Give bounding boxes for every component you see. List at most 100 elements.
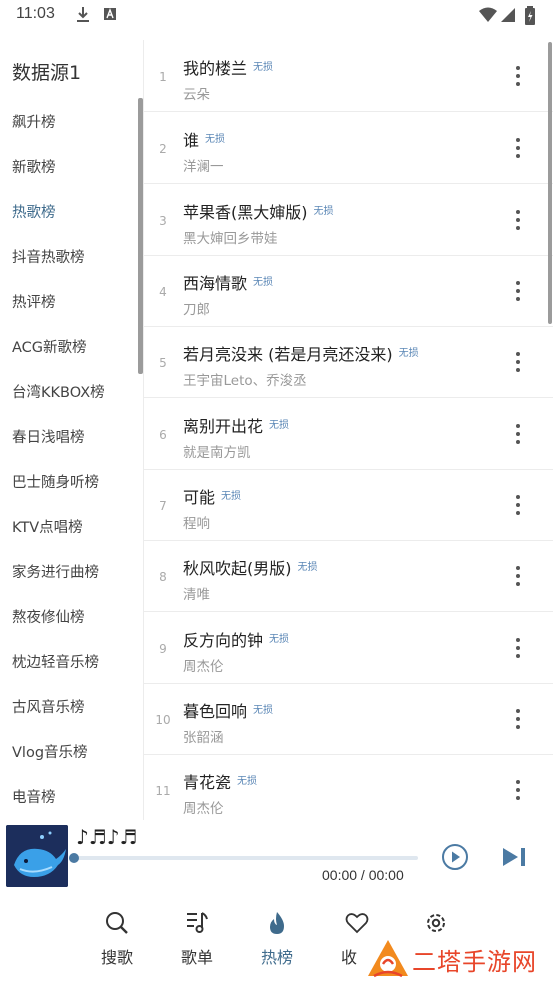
song-rank: 1 (159, 70, 167, 84)
playback-time: 00:00 / 00:00 (322, 867, 404, 883)
sidebar-item-spring[interactable]: 春日浅唱榜 (12, 426, 85, 447)
lossless-badge: 无损 (297, 562, 318, 573)
song-title: 西海情歌 (183, 274, 248, 293)
lossless-badge: 无损 (269, 420, 290, 431)
lossless-badge: 无损 (253, 277, 274, 288)
song-artist: 刀郎 (183, 302, 210, 318)
song-row[interactable]: 7 可能 无损 程响 (144, 469, 553, 541)
flame-icon (270, 912, 284, 934)
lossless-badge: 无损 (221, 491, 242, 502)
more-options-icon[interactable] (507, 64, 529, 88)
song-title: 若月亮没来 (若是月亮还没来) (183, 345, 393, 364)
song-rank: 11 (155, 784, 171, 798)
song-artist: 张韶涵 (183, 730, 224, 746)
nav-label: 歌单 (180, 948, 213, 967)
lossless-badge: 无损 (205, 134, 226, 145)
song-title: 我的楼兰 (183, 59, 248, 78)
song-title: 暮色回响 (183, 702, 248, 721)
song-artist: 洋澜一 (183, 159, 224, 175)
sidebar-item-hot-songs[interactable]: 热歌榜 (12, 201, 56, 222)
sidebar-item-bus[interactable]: 巴士随身听榜 (12, 471, 99, 492)
battery-icon (525, 6, 535, 25)
sidebar-item-kkbox[interactable]: 台湾KKBOX榜 (12, 381, 105, 402)
more-options-icon[interactable] (507, 564, 529, 588)
song-row[interactable]: 4 西海情歌 无损 刀郎 (144, 255, 553, 327)
more-options-icon[interactable] (507, 493, 529, 517)
album-cover[interactable] (6, 825, 68, 887)
more-options-icon[interactable] (507, 422, 529, 446)
sidebar-item-vlog[interactable]: Vlog音乐榜 (12, 741, 88, 762)
heart-icon (345, 913, 369, 934)
more-options-icon[interactable] (507, 778, 529, 802)
status-bar: 11:03 (0, 0, 553, 32)
next-track-icon[interactable] (500, 846, 528, 868)
song-title: 秋风吹起(男版) (183, 559, 292, 578)
song-artist: 云朵 (183, 87, 210, 103)
song-rank: 10 (155, 713, 171, 727)
sidebar-item-soaring[interactable]: 飙升榜 (12, 111, 56, 132)
sidebar-item-acg[interactable]: ACG新歌榜 (12, 336, 87, 357)
more-options-icon[interactable] (507, 707, 529, 731)
song-list: 1 我的楼兰 无损 云朵 2 谁无损 洋澜一 3 苹果香(黑大婶版) 无损 黑大婶回… (144, 40, 553, 820)
song-title: 离别开出花 (183, 417, 264, 436)
song-artist: 周杰伦 (183, 659, 224, 675)
sidebar-item-late-night[interactable]: 熬夜修仙榜 (12, 606, 85, 627)
more-options-icon[interactable] (507, 136, 529, 160)
sidebar-item-light-music[interactable]: 枕边轻音乐榜 (12, 651, 99, 672)
song-rank: 3 (159, 214, 167, 228)
sidebar-item-hot-comments[interactable]: 热评榜 (12, 291, 56, 312)
nav-settings[interactable] (406, 910, 466, 936)
song-row[interactable]: 2 谁无损 洋澜一 (144, 112, 553, 184)
song-title: 反方向的钟 (183, 631, 264, 650)
song-rank: 5 (159, 356, 167, 370)
more-options-icon[interactable] (507, 279, 529, 303)
sidebar-item-new-songs[interactable]: 新歌榜 (12, 156, 56, 177)
download-icon (77, 7, 89, 22)
mini-player: ♪♬♪♬ 00:00 / 00:00 (0, 820, 553, 892)
song-row[interactable]: 5 若月亮没来 (若是月亮还没来) 无损 王宇宙Leto、乔浚丞 (144, 326, 553, 398)
nav-label: 热榜 (260, 948, 293, 967)
more-options-icon[interactable] (507, 636, 529, 660)
sidebar-item-ktv[interactable]: KTV点唱榜 (12, 516, 83, 537)
list-scrollbar[interactable] (548, 42, 552, 324)
watermark-logo-icon (368, 940, 408, 978)
song-rank: 7 (159, 499, 167, 513)
lossless-badge: 无损 (253, 62, 274, 73)
song-row[interactable]: 8 秋风吹起(男版) 无损 清唯 (144, 540, 553, 612)
song-rank: 4 (159, 285, 167, 299)
song-row[interactable]: 3 苹果香(黑大婶版) 无损 黑大婶回乡带娃 (144, 184, 553, 256)
sidebar-scrollbar[interactable] (138, 98, 143, 374)
song-rank: 6 (159, 428, 167, 442)
song-artist: 程响 (183, 516, 210, 532)
song-row[interactable]: 11 青花瓷 无损 周杰伦 (144, 754, 553, 820)
song-title: 苹果香(黑大婶版) (183, 203, 308, 222)
song-row[interactable]: 10 暮色回响 无损 张韶涵 (144, 683, 553, 755)
nav-search[interactable]: 搜歌 (87, 910, 147, 968)
playlist-icon (187, 912, 208, 933)
song-row[interactable]: 9 反方向的钟 无损 周杰伦 (144, 612, 553, 684)
sidebar-item-housework[interactable]: 家务进行曲榜 (12, 561, 99, 582)
sidebar-item-douyin[interactable]: 抖音热歌榜 (12, 246, 85, 267)
song-title: 青花瓷 (183, 773, 232, 792)
sidebar-item-edm[interactable]: 电音榜 (12, 786, 56, 807)
song-title: 谁 (183, 131, 200, 150)
song-rank: 8 (159, 570, 167, 584)
song-row[interactable]: 6 离别开出花 无损 就是南方凯 (144, 398, 553, 470)
play-button-icon[interactable] (440, 842, 470, 872)
search-icon (106, 912, 128, 934)
sidebar-item-guofeng[interactable]: 古风音乐榜 (12, 696, 85, 717)
song-row[interactable]: 1 我的楼兰 无损 云朵 (144, 40, 553, 112)
song-rank: 2 (159, 142, 167, 156)
whale-logo-icon (6, 825, 68, 887)
nav-label: 搜歌 (100, 948, 133, 967)
progress-thumb[interactable] (69, 853, 79, 863)
progress-track[interactable] (74, 856, 418, 860)
lossless-badge: 无损 (313, 206, 334, 217)
song-artist: 周杰伦 (183, 801, 224, 817)
more-options-icon[interactable] (507, 350, 529, 374)
nav-hot-charts[interactable]: 热榜 (247, 910, 307, 968)
nav-playlist[interactable]: 歌单 (167, 910, 227, 968)
more-options-icon[interactable] (507, 208, 529, 232)
watermark: 二塔手游网 (366, 938, 553, 978)
lossless-badge: 无损 (253, 705, 274, 716)
